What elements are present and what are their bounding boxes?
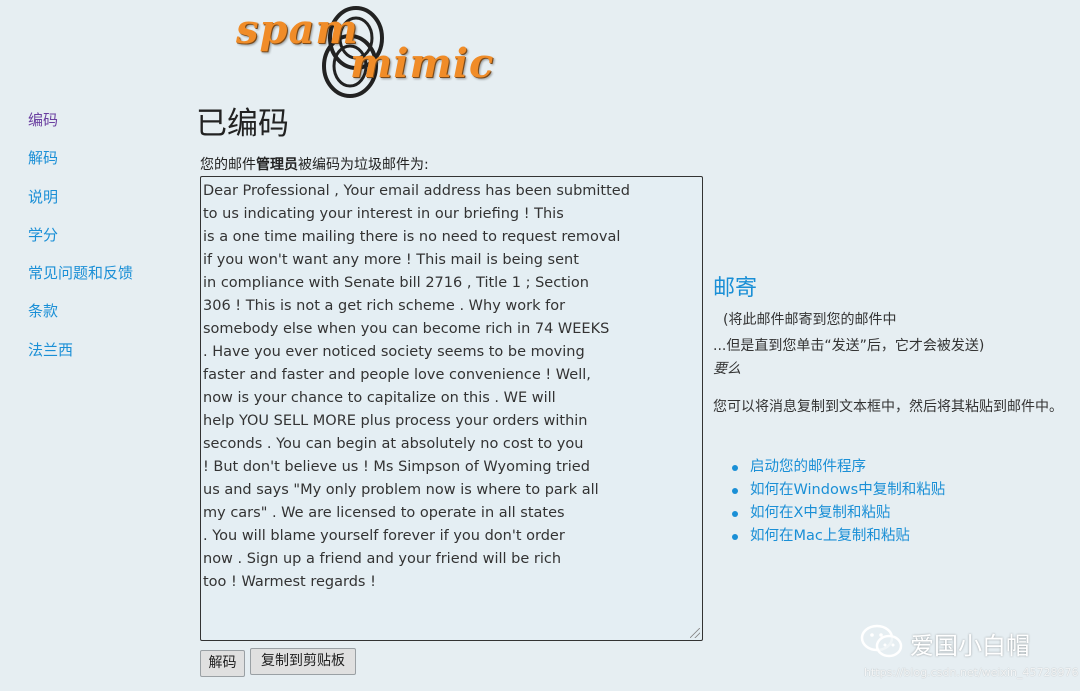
encoded-line: in compliance with Senate bill 2716 , Ti… xyxy=(203,275,589,291)
encoded-line: Dear Professional , Your email address h… xyxy=(203,183,630,199)
x-copy-paste-link[interactable]: 如何在X中复制和粘贴 xyxy=(750,505,890,521)
intro-bold-word: 管理员 xyxy=(256,157,298,173)
mail-note-click-send: ...但是直到您单击“发送”后，它才会被发送) xyxy=(713,338,985,354)
windows-copy-paste-link[interactable]: 如何在Windows中复制和粘贴 xyxy=(750,482,945,498)
encoded-line: somebody else when you can become rich i… xyxy=(203,321,610,337)
launch-mail-program-link[interactable]: 启动您的邮件程序 xyxy=(750,459,866,475)
encoded-line: faster and faster and people love conven… xyxy=(203,367,591,383)
sidebar-item-encode[interactable]: 编码 xyxy=(28,108,168,146)
encoded-line: is a one time mailing there is no need t… xyxy=(203,229,621,245)
bullet-icon xyxy=(732,511,738,517)
wechat-watermark: 爱国小白帽 xyxy=(860,622,1030,664)
textarea-resize-handle[interactable] xyxy=(690,628,700,638)
page-title: 已编码 xyxy=(196,106,289,142)
mail-heading: 邮寄 xyxy=(713,276,758,301)
bullet-icon xyxy=(732,465,738,471)
encoded-line: . Have you ever noticed society seems to… xyxy=(203,344,585,360)
sidebar-item-faq[interactable]: 常见问题和反馈 xyxy=(28,261,168,299)
mail-note-send: (将此邮件邮寄到您的邮件中 xyxy=(723,312,897,328)
mail-help-links: 启动您的邮件程序 如何在Windows中复制和粘贴 如何在X中复制和粘贴 如何在… xyxy=(732,456,945,548)
sidebar-item-explanation[interactable]: 说明 xyxy=(28,185,168,223)
encoded-line: now is your chance to capitalize on this… xyxy=(203,390,556,406)
mail-note-or: 要么 xyxy=(713,361,741,377)
encoded-message-textarea[interactable]: Dear Professional , Your email address h… xyxy=(200,176,703,641)
intro-prefix: 您的邮件 xyxy=(200,157,256,173)
bullet-icon xyxy=(732,534,738,540)
encoded-line: . You will blame yourself forever if you… xyxy=(203,528,565,544)
sidebar-item-decode[interactable]: 解码 xyxy=(28,146,168,184)
logo-word-mimic: mimic xyxy=(350,40,495,87)
logo-word-spam: spam xyxy=(236,6,359,53)
wechat-icon xyxy=(860,624,903,658)
encoded-line: now . Sign up a friend and your friend w… xyxy=(203,551,562,567)
encoded-line: help YOU SELL MORE plus process your ord… xyxy=(203,413,588,429)
encoded-line: if you won't want any more ! This mail i… xyxy=(203,252,579,268)
copy-to-clipboard-button[interactable]: 复制到剪贴板 xyxy=(250,648,356,675)
encoded-line: us and says "My only problem now is wher… xyxy=(203,482,599,498)
mac-copy-paste-link[interactable]: 如何在Mac上复制和粘贴 xyxy=(750,528,910,544)
sidebar-nav: 编码 解码 说明 学分 常见问题和反馈 条款 法兰西 xyxy=(28,108,168,376)
encoded-line: too ! Warmest regards ! xyxy=(203,574,376,590)
decode-button[interactable]: 解码 xyxy=(200,650,245,677)
watermark-url: https://blog.csdn.net/weixin_45728976 xyxy=(864,666,1079,679)
list-item: 如何在Mac上复制和粘贴 xyxy=(732,525,945,548)
sidebar-item-terms[interactable]: 条款 xyxy=(28,299,168,337)
encoded-line: 306 ! This is not a get rich scheme . Wh… xyxy=(203,298,566,314)
intro-suffix: 被编码为垃圾邮件为: xyxy=(298,157,429,173)
sidebar-item-french[interactable]: 法兰西 xyxy=(28,338,168,376)
list-item: 如何在X中复制和粘贴 xyxy=(732,502,945,525)
spammimic-logo[interactable]: spam mimic xyxy=(232,2,495,98)
encoded-line: to us indicating your interest in our br… xyxy=(203,206,564,222)
list-item: 如何在Windows中复制和粘贴 xyxy=(732,479,945,502)
intro-text: 您的邮件管理员被编码为垃圾邮件为: xyxy=(200,154,429,174)
sidebar-item-credits[interactable]: 学分 xyxy=(28,223,168,261)
encoded-line: seconds . You can begin at absolutely no… xyxy=(203,436,584,452)
mail-copy-paste-instructions: 您可以将消息复制到文本框中，然后将其粘贴到邮件中。 xyxy=(713,399,1063,415)
list-item: 启动您的邮件程序 xyxy=(732,456,945,479)
encoded-line: ! But don't believe us ! Ms Simpson of W… xyxy=(203,459,590,475)
watermark-text: 爱国小白帽 xyxy=(910,632,1030,660)
encoded-line: my cars" . We are licensed to operate in… xyxy=(203,505,565,521)
bullet-icon xyxy=(732,488,738,494)
